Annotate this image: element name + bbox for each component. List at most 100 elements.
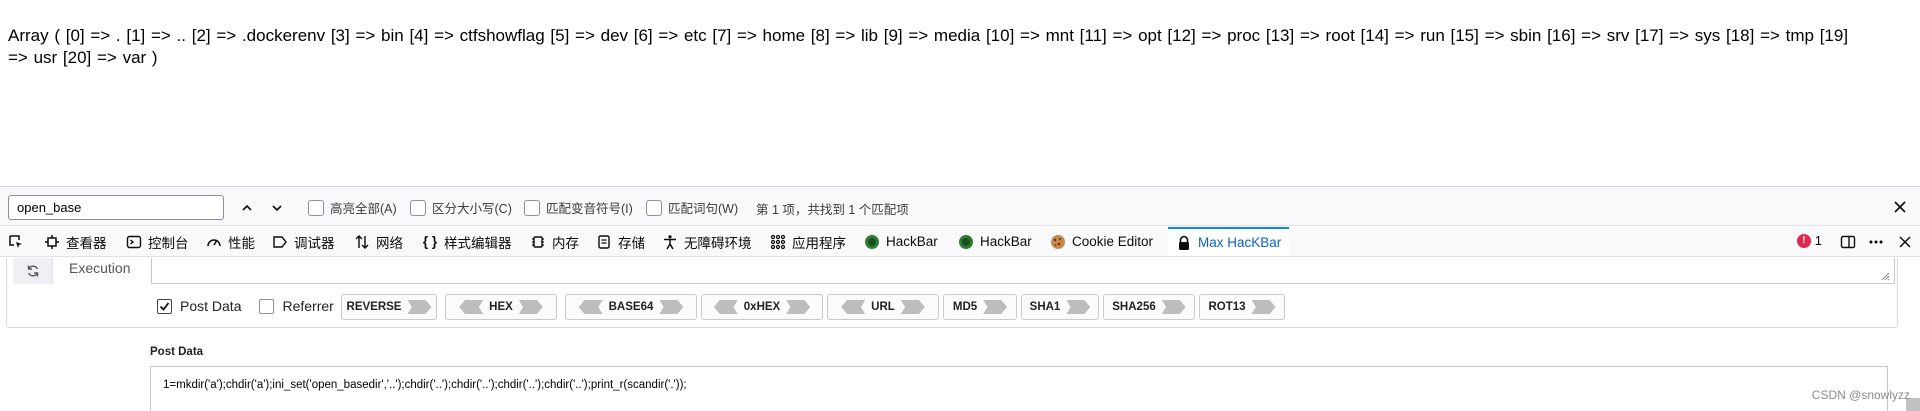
reverse-button[interactable]: REVERSE: [341, 294, 437, 320]
tab-console-label: 控制台: [148, 235, 189, 251]
execution-textarea[interactable]: [151, 258, 1895, 284]
arrow-right-icon: [983, 300, 1008, 314]
tab-application[interactable]: 应用程序: [770, 227, 846, 256]
match-diacritics-label: 匹配变音符号(I): [546, 202, 633, 216]
tab-cookie-editor[interactable]: Cookie Editor: [1050, 227, 1153, 256]
tab-style-editor[interactable]: { } 样式编辑器: [422, 227, 512, 256]
arrow-right-icon: [786, 300, 811, 314]
tab-memory-label: 内存: [552, 235, 579, 251]
referrer-checkbox[interactable]: [259, 298, 275, 314]
find-close-button[interactable]: [1890, 197, 1910, 217]
tab-network[interactable]: 网络: [354, 227, 403, 256]
sha1-button[interactable]: SHA1: [1021, 294, 1099, 320]
network-icon: [355, 234, 369, 249]
match-case-option[interactable]: 区分大小写(C): [410, 198, 512, 217]
highlight-all-checkbox[interactable]: [308, 199, 324, 216]
find-previous-button[interactable]: [235, 195, 259, 220]
rot13-button[interactable]: ROT13: [1199, 294, 1285, 320]
memory-icon: [532, 235, 544, 248]
performance-icon: [207, 238, 221, 246]
options-row: Post Data Referrer: [157, 294, 352, 318]
tab-accessibility[interactable]: 无障碍环境: [662, 227, 752, 256]
url-button[interactable]: URL: [827, 294, 939, 320]
inspector-icon: [45, 234, 59, 249]
tab-inspector-label: 查看器: [66, 235, 107, 251]
post-data-checkbox[interactable]: [157, 298, 172, 314]
page-output: Array ( [0] => . [1] => .. [2] => .docke…: [8, 25, 1908, 69]
hex-button[interactable]: HEX: [445, 294, 557, 320]
tab-hackbar-2[interactable]: HackBar: [958, 227, 1032, 256]
tab-storage-label: 存储: [618, 235, 645, 251]
whole-words-label: 匹配词句(W): [668, 202, 739, 216]
tab-performance[interactable]: 性能: [206, 227, 255, 256]
match-diacritics-option[interactable]: 匹配变音符号(I): [524, 198, 633, 217]
close-icon: [1894, 201, 1906, 213]
tab-max-hackbar[interactable]: Max HacKBar: [1168, 227, 1290, 256]
output-line-1: Array ( [0] => . [1] => .. [2] => .docke…: [8, 26, 1849, 45]
dock-side-icon: [1840, 235, 1856, 248]
sha256-button[interactable]: SHA256: [1103, 294, 1195, 320]
tab-hackbar-1-label: HackBar: [886, 234, 938, 249]
execution-refresh-button[interactable]: [13, 258, 53, 284]
devtools-close-button[interactable]: [1898, 227, 1912, 256]
chevron-up-icon: [242, 204, 252, 211]
tab-cookie-editor-label: Cookie Editor: [1072, 234, 1154, 249]
close-icon: [1899, 235, 1911, 248]
tab-performance-label: 性能: [228, 235, 255, 251]
dock-side-button[interactable]: [1840, 227, 1856, 256]
max-hackbar-panel: Execution Post Data Referrer REVERSE HEX…: [0, 258, 1920, 411]
accessibility-icon: [664, 234, 676, 249]
more-options-icon: [1869, 240, 1883, 243]
highlight-all-label: 高亮全部(A): [330, 202, 397, 216]
match-diacritics-checkbox[interactable]: [524, 199, 540, 216]
highlight-all-option[interactable]: 高亮全部(A): [308, 198, 397, 217]
arrow-right-icon: [1066, 300, 1091, 314]
tab-inspector[interactable]: 查看器: [44, 227, 107, 256]
arrow-left-icon: [841, 300, 866, 314]
arrow-left-icon: [578, 300, 603, 314]
tab-max-hackbar-label: Max HacKBar: [1198, 235, 1282, 250]
tab-hackbar-1[interactable]: HackBar: [864, 227, 938, 256]
execution-label: Execution: [69, 260, 131, 276]
more-options-button[interactable]: [1868, 227, 1884, 256]
arrow-right-icon: [1251, 300, 1276, 314]
lock-icon: [1179, 235, 1189, 250]
md5-label: MD5: [952, 301, 978, 313]
post-data-checkbox-label: Post Data: [180, 298, 242, 314]
error-count: 1: [1814, 233, 1822, 248]
tab-network-label: 网络: [376, 235, 403, 251]
tab-debugger-label: 调试器: [294, 235, 335, 251]
base64-button[interactable]: BASE64: [565, 294, 697, 320]
arrow-right-icon: [518, 300, 543, 314]
tab-accessibility-label: 无障碍环境: [684, 235, 752, 251]
tab-console[interactable]: 控制台: [126, 227, 189, 256]
cookie-icon: [1051, 234, 1065, 249]
error-count-badge[interactable]: ! 1: [1796, 233, 1822, 248]
0xhex-button[interactable]: 0xHEX: [701, 294, 823, 320]
referrer-checkbox-label: Referrer: [282, 298, 334, 314]
error-icon: !: [1796, 233, 1811, 248]
post-data-section-label: Post Data: [150, 346, 204, 358]
refresh-icon: [27, 265, 38, 277]
whole-words-option[interactable]: 匹配词句(W): [646, 198, 738, 217]
post-data-textarea[interactable]: 1=mkdir('a');chdir('a');ini_set('open_ba…: [150, 366, 1888, 411]
match-case-checkbox[interactable]: [410, 199, 426, 216]
find-bar: 高亮全部(A) 区分大小写(C) 匹配变音符号(I) 匹配词句(W) 第 1 项…: [0, 186, 1920, 226]
output-line-2: => usr [20] => var ): [8, 48, 158, 67]
find-next-button[interactable]: [265, 195, 289, 220]
find-input[interactable]: [8, 195, 224, 220]
whole-words-checkbox[interactable]: [646, 199, 662, 216]
tab-storage[interactable]: 存储: [596, 227, 645, 256]
md5-button[interactable]: MD5: [943, 294, 1017, 320]
arrow-left-icon: [459, 300, 484, 314]
tab-style-editor-label: 样式编辑器: [444, 235, 512, 251]
application-icon: [770, 234, 786, 249]
tab-memory[interactable]: 内存: [530, 227, 579, 256]
0xhex-label: 0xHEX: [743, 301, 781, 313]
tab-debugger[interactable]: 调试器: [272, 227, 335, 256]
element-picker-button[interactable]: [8, 227, 24, 256]
match-case-label: 区分大小写(C): [432, 202, 512, 216]
hackbar-icon: [959, 234, 973, 249]
debugger-icon: [273, 235, 287, 248]
resize-grip-icon[interactable]: [1880, 271, 1890, 281]
